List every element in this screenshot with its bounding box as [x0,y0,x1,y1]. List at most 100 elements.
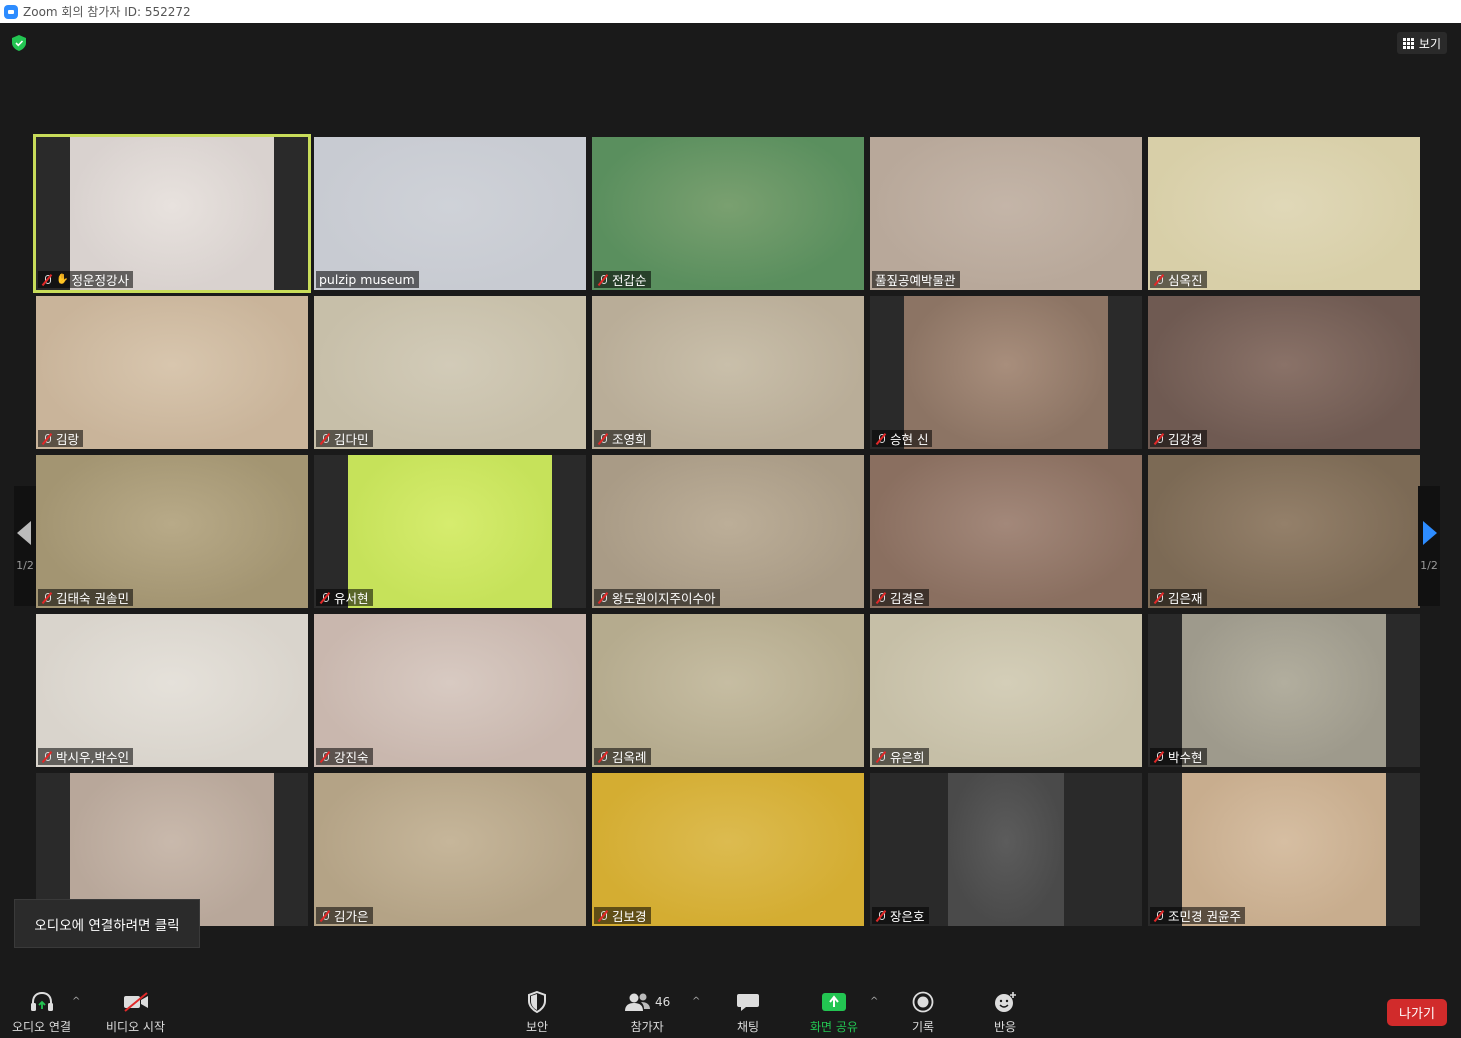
mic-muted-icon [41,751,53,763]
participant-video [592,296,864,449]
participant-name: 유은희 [890,750,925,765]
participant-tile[interactable]: 장은호 [870,773,1142,926]
mic-muted-icon [319,592,331,604]
view-button[interactable]: 보기 [1396,32,1447,54]
start-video-button[interactable]: 비디오 시작 [106,990,165,1035]
participant-name-label: 풀짚공예박물관 [872,271,960,288]
participant-video [1182,773,1386,926]
start-video-label: 비디오 시작 [106,1020,166,1034]
participant-name: 유서현 [334,591,369,606]
participant-video [36,614,308,767]
participant-name: 강진숙 [334,750,369,765]
participant-tile[interactable]: 김태숙 권솔민 [36,455,308,608]
reactions-button[interactable]: 반응 [993,990,1017,1035]
participant-name: 김다민 [334,432,369,447]
mic-muted-icon [875,910,887,922]
participant-tile[interactable]: 승현 신 [870,296,1142,449]
participant-tile[interactable]: 조영희 [592,296,864,449]
chat-button[interactable]: 채팅 [736,990,760,1035]
security-button[interactable]: 보안 [526,990,548,1035]
participant-video [36,455,308,608]
mic-muted-icon [41,592,53,604]
leave-button[interactable]: 나가기 [1387,999,1447,1026]
spotlight-icon: ✋ [56,274,69,285]
leave-label: 나가기 [1399,1007,1435,1022]
participant-tile[interactable]: 김은재 [1148,455,1420,608]
participant-tile[interactable]: 김가은 [314,773,586,926]
participant-name: 심옥진 [1168,273,1203,288]
share-screen-button[interactable]: 화면 공유 [810,990,858,1035]
participant-video [314,296,586,449]
share-options-caret-icon[interactable]: ^ [870,996,878,1007]
participant-name: 김경은 [890,591,925,606]
participant-tile[interactable]: 유은희 [870,614,1142,767]
participant-tile[interactable]: 조민경 권윤주 [1148,773,1420,926]
chevron-right-icon [1423,520,1437,545]
participant-tile[interactable]: 김랑 [36,296,308,449]
participant-video [592,614,864,767]
participant-name-label: 장은호 [872,907,929,924]
participant-name: 정운정강사 [71,273,129,288]
participant-tile[interactable]: 박수현 [1148,614,1420,767]
participant-name: 김보경 [612,909,647,924]
page-indicator-left: 1/2 [16,558,34,572]
participant-tile[interactable]: 심옥진 [1148,137,1420,290]
chat-icon [737,994,759,1011]
tooltip-text: 오디오에 연결하려면 클릭 [34,917,180,934]
participant-tile[interactable]: 유서현 [314,455,586,608]
participants-options-caret-icon[interactable]: ^ [692,996,700,1007]
zoom-logo-icon [4,4,18,19]
next-page-button[interactable]: 1/2 [1418,486,1440,606]
audio-connect-label: 오디오 연결 [12,1020,72,1034]
audio-connect-button[interactable]: 오디오 연결 [12,990,71,1035]
participant-tile[interactable]: 김강경 [1148,296,1420,449]
participant-name-label: 유은희 [872,748,929,765]
participant-name: 풀짚공예박물관 [875,273,956,288]
security-shield-icon[interactable] [12,35,26,51]
participant-video [592,137,864,290]
participant-tile[interactable]: 전갑순 [592,137,864,290]
participant-tile[interactable]: 강진숙 [314,614,586,767]
audio-connect-tooltip[interactable]: 오디오에 연결하려면 클릭 [14,899,200,948]
participant-video [314,773,586,926]
participant-tile[interactable]: 김경은 [870,455,1142,608]
mic-muted-icon [1153,274,1165,286]
participant-tile[interactable]: 김다민 [314,296,586,449]
participant-video [592,455,864,608]
participant-tile[interactable]: 왕도원이지주이수아 [592,455,864,608]
participants-label: 참가자 [630,1020,664,1034]
shield-icon [528,991,547,1013]
participant-tile[interactable]: 박시우,박수인 [36,614,308,767]
participant-video [592,773,864,926]
record-button[interactable]: 기록 [912,990,934,1035]
participant-tile[interactable]: 김보경 [592,773,864,926]
audio-options-caret-icon[interactable]: ^ [72,996,80,1007]
participants-button[interactable]: 46 참가자 [624,990,670,1035]
participants-icon [625,993,650,1011]
participant-name-label: 김가은 [316,907,373,924]
participant-tile[interactable]: 풀짚공예박물관 [870,137,1142,290]
participant-name-label: 김옥례 [594,748,651,765]
participant-name: pulzip museum [319,272,415,287]
participant-video [1148,296,1420,449]
reaction-smiley-icon [995,992,1016,1012]
record-label: 기록 [912,1020,935,1034]
mic-muted-icon [875,751,887,763]
participant-name-label: 승현 신 [872,430,933,447]
participant-name: 전갑순 [612,273,647,288]
participant-tile[interactable]: 김옥례 [592,614,864,767]
participant-video [1182,614,1386,767]
mic-muted-icon [597,751,609,763]
participant-tile[interactable]: ✋ 정운정강사 [33,134,311,293]
participant-name: 김강경 [1168,432,1203,447]
previous-page-button[interactable]: 1/2 [14,486,36,606]
mic-muted-icon [1153,592,1165,604]
meeting-stage: 보기 ✋ 정운정강사 pulzip museum 전갑순 풀짚공예박물관 심옥진김랑 김다민… [0,23,1461,980]
grid-view-icon [1402,37,1414,49]
participant-name-label: 김은재 [1150,589,1207,606]
participant-name: 박시우,박수인 [56,750,129,765]
participant-tile[interactable]: pulzip museum [314,137,586,290]
participant-video [348,455,552,608]
participant-name: 김은재 [1168,591,1203,606]
share-screen-label: 화면 공유 [810,1020,858,1034]
